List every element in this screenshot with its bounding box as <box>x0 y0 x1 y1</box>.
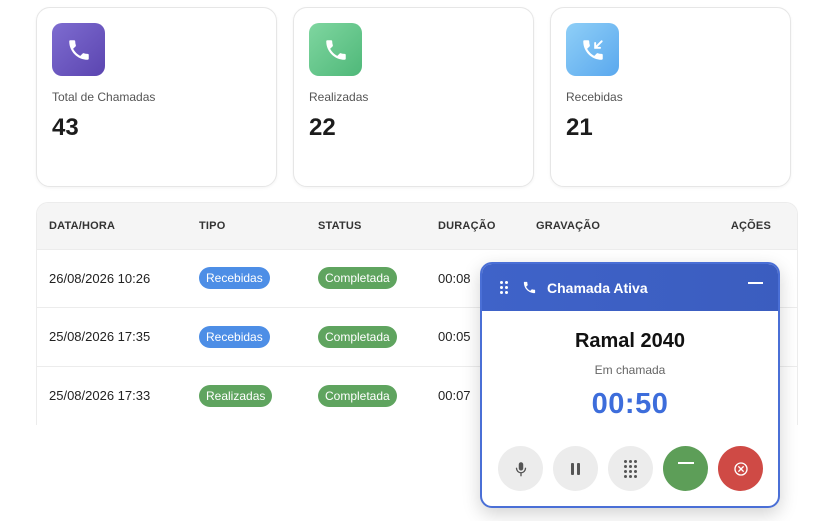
keypad-icon <box>624 459 637 478</box>
mute-button[interactable] <box>498 446 543 491</box>
stats-row: Total de Chamadas 43 Realizadas 22 Receb… <box>36 7 791 187</box>
minimize-button[interactable] <box>748 280 764 296</box>
stat-card-recebidas: Recebidas 21 <box>550 7 791 187</box>
call-controls <box>498 446 763 491</box>
close-circle-icon <box>733 461 748 476</box>
column-header-datetime[interactable]: DATA/HORA <box>37 203 199 249</box>
column-header-status[interactable]: STATUS <box>318 203 438 249</box>
cell-datetime: 25/08/2026 17:35 <box>37 307 199 366</box>
phone-icon <box>523 281 536 294</box>
phone-icon <box>309 23 362 76</box>
drag-handle-icon[interactable] <box>500 280 510 295</box>
microphone-icon <box>515 461 526 476</box>
call-widget-body: Ramal 2040 Em chamada 00:50 <box>482 330 778 421</box>
column-header-recording[interactable]: GRAVAÇÃO <box>536 203 716 249</box>
stat-card-total: Total de Chamadas 43 <box>36 7 277 187</box>
status-badge: Completada <box>318 267 397 290</box>
phone-incoming-icon <box>566 23 619 76</box>
status-badge: Completada <box>318 384 397 407</box>
cell-datetime: 25/08/2026 17:33 <box>37 365 199 425</box>
stat-value: 43 <box>52 114 79 141</box>
stat-label: Realizadas <box>309 90 369 104</box>
transfer-button[interactable] <box>663 446 708 491</box>
call-status: Em chamada <box>594 363 666 377</box>
call-widget-title: Chamada Ativa <box>547 279 648 296</box>
call-widget-header[interactable]: Chamada Ativa <box>482 264 778 311</box>
status-badge: Completada <box>318 325 397 348</box>
pause-icon <box>571 462 580 475</box>
hold-button[interactable] <box>553 446 598 491</box>
stat-card-realizadas: Realizadas 22 <box>293 7 534 187</box>
active-call-widget: Chamada Ativa Ramal 2040 Em chamada 00:5… <box>480 262 780 508</box>
stat-value: 21 <box>566 114 593 141</box>
type-badge: Recebidas <box>199 267 270 290</box>
table-header-row: DATA/HORA TIPO STATUS DURAÇÃO GRAVAÇÃO A… <box>37 203 797 249</box>
stat-value: 22 <box>309 114 336 141</box>
type-badge: Realizadas <box>199 384 273 407</box>
column-header-duration[interactable]: DURAÇÃO <box>438 203 536 249</box>
phone-icon <box>52 23 105 76</box>
column-header-type[interactable]: TIPO <box>199 203 318 249</box>
stat-label: Total de Chamadas <box>52 90 156 104</box>
hangup-button[interactable] <box>718 446 763 491</box>
stat-label: Recebidas <box>566 90 623 104</box>
minus-icon <box>677 461 694 464</box>
keypad-button[interactable] <box>608 446 653 491</box>
cell-datetime: 26/08/2026 10:26 <box>37 248 199 308</box>
call-extension: Ramal 2040 <box>574 330 686 352</box>
column-header-actions: AÇÕES <box>716 203 797 249</box>
type-badge: Recebidas <box>199 325 270 348</box>
call-timer: 00:50 <box>591 388 669 420</box>
